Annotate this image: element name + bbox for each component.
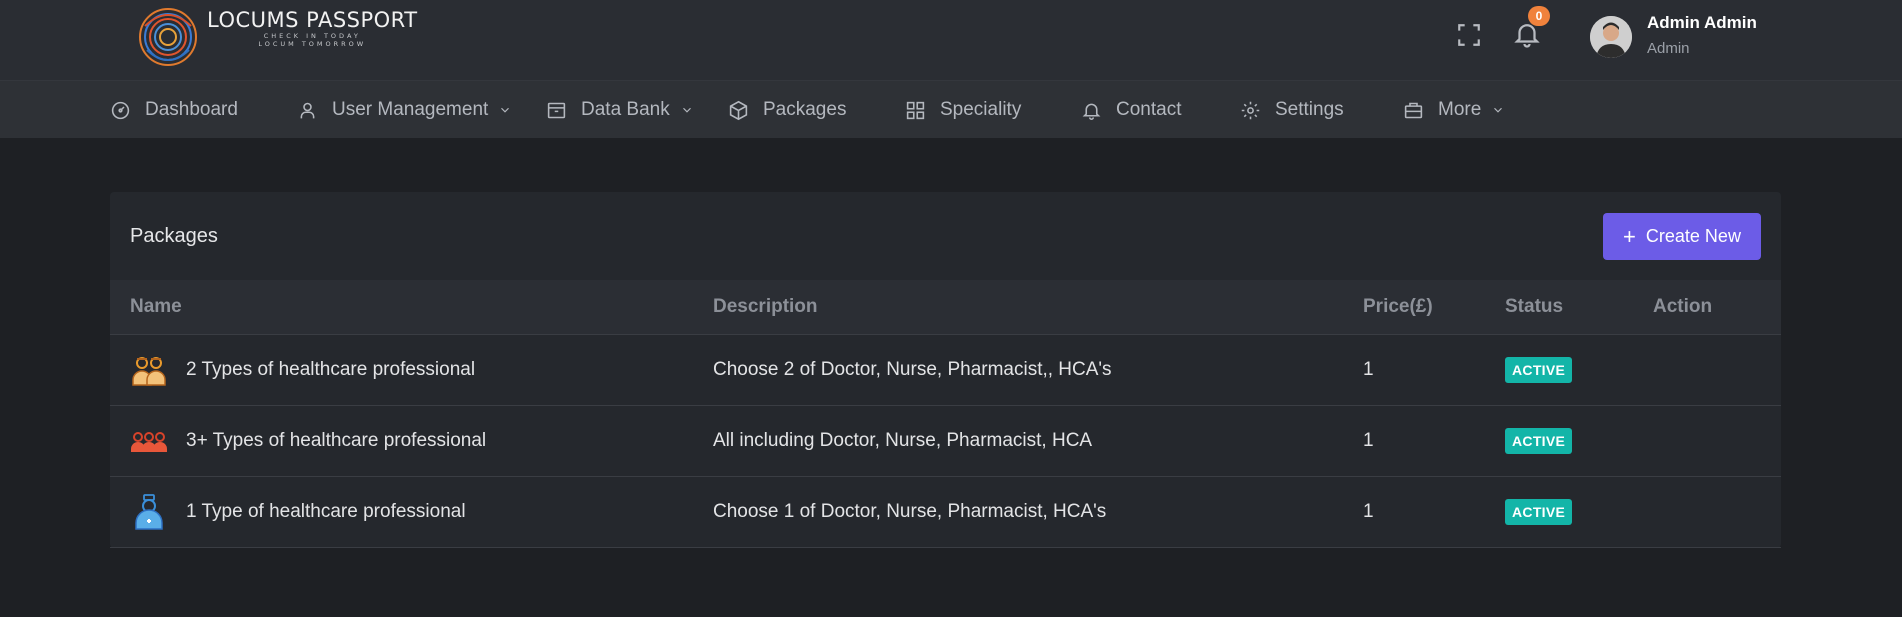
package-name: 3+ Types of healthcare professional — [186, 429, 487, 451]
user-avatar-icon — [1590, 16, 1632, 58]
status-badge: ACTIVE — [1505, 498, 1573, 525]
nav-item-more[interactable]: More — [1403, 81, 1505, 139]
archive-icon — [547, 102, 566, 118]
create-new-button[interactable]: + Create New — [1603, 213, 1761, 260]
package-price: 1 — [1343, 405, 1485, 477]
fullscreen-icon[interactable] — [1456, 22, 1482, 48]
table-row[interactable]: 1 Type of healthcare professional Choose… — [110, 476, 1781, 548]
nav-item-user-management[interactable]: User Management — [297, 81, 512, 139]
logo-mark-icon — [139, 8, 197, 66]
nav-item-speciality[interactable]: Speciality — [905, 81, 1021, 139]
nav-item-packages[interactable]: Packages — [728, 81, 846, 139]
chevron-down-icon — [682, 107, 691, 113]
brand-logo[interactable]: LOCUMS PASSPORT CHECK IN TODAY LOCUM TOM… — [137, 6, 418, 68]
column-header-price[interactable]: Price(£) — [1343, 280, 1485, 335]
table-row[interactable]: 2 Types of healthcare professional Choos… — [110, 334, 1781, 406]
two-professionals-icon — [132, 356, 166, 386]
avatar[interactable] — [1590, 16, 1632, 58]
user-icon — [300, 102, 315, 118]
package-description: Choose 1 of Doctor, Nurse, Pharmacist, H… — [693, 476, 1343, 548]
action-cell — [1633, 334, 1781, 406]
nav-label: Settings — [1275, 99, 1344, 120]
grid-icon — [906, 101, 925, 119]
user-role: Admin — [1647, 40, 1690, 57]
package-description: All including Doctor, Nurse, Pharmacist,… — [693, 405, 1343, 477]
status-badge: ACTIVE — [1505, 427, 1573, 454]
notification-count-badge: 0 — [1528, 6, 1550, 26]
nav-label: Dashboard — [145, 99, 238, 120]
column-header-status[interactable]: Status — [1485, 280, 1633, 335]
top-bar: LOCUMS PASSPORT CHECK IN TODAY LOCUM TOM… — [0, 0, 1902, 80]
nav-label: Speciality — [940, 99, 1022, 120]
column-header-action: Action — [1633, 280, 1781, 335]
main-nav: Dashboard User Management Data Bank Pack… — [0, 80, 1902, 138]
package-description: Choose 2 of Doctor, Nurse, Pharmacist,, … — [693, 334, 1343, 406]
package-price: 1 — [1343, 476, 1485, 548]
chevron-down-icon — [1494, 107, 1503, 113]
nurse-icon — [135, 493, 163, 530]
card-title: Packages — [130, 225, 218, 247]
box-icon — [729, 100, 748, 120]
create-new-label: Create New — [1645, 226, 1741, 246]
package-name: 2 Types of healthcare professional — [186, 358, 476, 380]
table-row[interactable]: 3+ Types of healthcare professional All … — [110, 405, 1781, 477]
table-header-row: Name Description Price(£) Status Action — [110, 280, 1781, 335]
nav-label: Contact — [1116, 99, 1182, 120]
packages-table: Name Description Price(£) Status Action — [110, 280, 1781, 548]
nav-item-dashboard[interactable]: Dashboard — [110, 81, 238, 139]
brand-title: LOCUMS PASSPORT — [207, 8, 418, 32]
nav-item-contact[interactable]: Contact — [1081, 81, 1181, 139]
nav-label: Data Bank — [581, 99, 670, 120]
nav-item-settings[interactable]: Settings — [1240, 81, 1344, 139]
nav-item-data-bank[interactable]: Data Bank — [546, 81, 694, 139]
nav-label: Packages — [763, 99, 847, 120]
package-name: 1 Type of healthcare professional — [186, 500, 466, 522]
action-cell — [1633, 405, 1781, 477]
status-badge: ACTIVE — [1505, 356, 1573, 383]
plus-icon: + — [1623, 223, 1636, 249]
briefcase-icon — [1404, 102, 1423, 118]
column-header-name[interactable]: Name — [110, 280, 693, 335]
column-header-description[interactable]: Description — [693, 280, 1343, 335]
brand-tagline-1: CHECK IN TODAY — [263, 32, 361, 40]
nav-label: More — [1438, 99, 1482, 120]
user-name[interactable]: Admin Admin — [1647, 13, 1757, 33]
chevron-down-icon — [501, 107, 510, 113]
packages-card: Packages + Create New Name Description P… — [110, 192, 1781, 548]
gear-icon — [1241, 101, 1260, 119]
three-professionals-icon — [131, 431, 167, 452]
bell-icon — [1082, 103, 1101, 120]
brand-tagline-2: LOCUM TOMORROW — [258, 40, 367, 48]
dashboard-icon — [111, 101, 130, 119]
action-cell — [1633, 476, 1781, 548]
package-price: 1 — [1343, 334, 1485, 406]
nav-label: User Management — [332, 99, 489, 120]
